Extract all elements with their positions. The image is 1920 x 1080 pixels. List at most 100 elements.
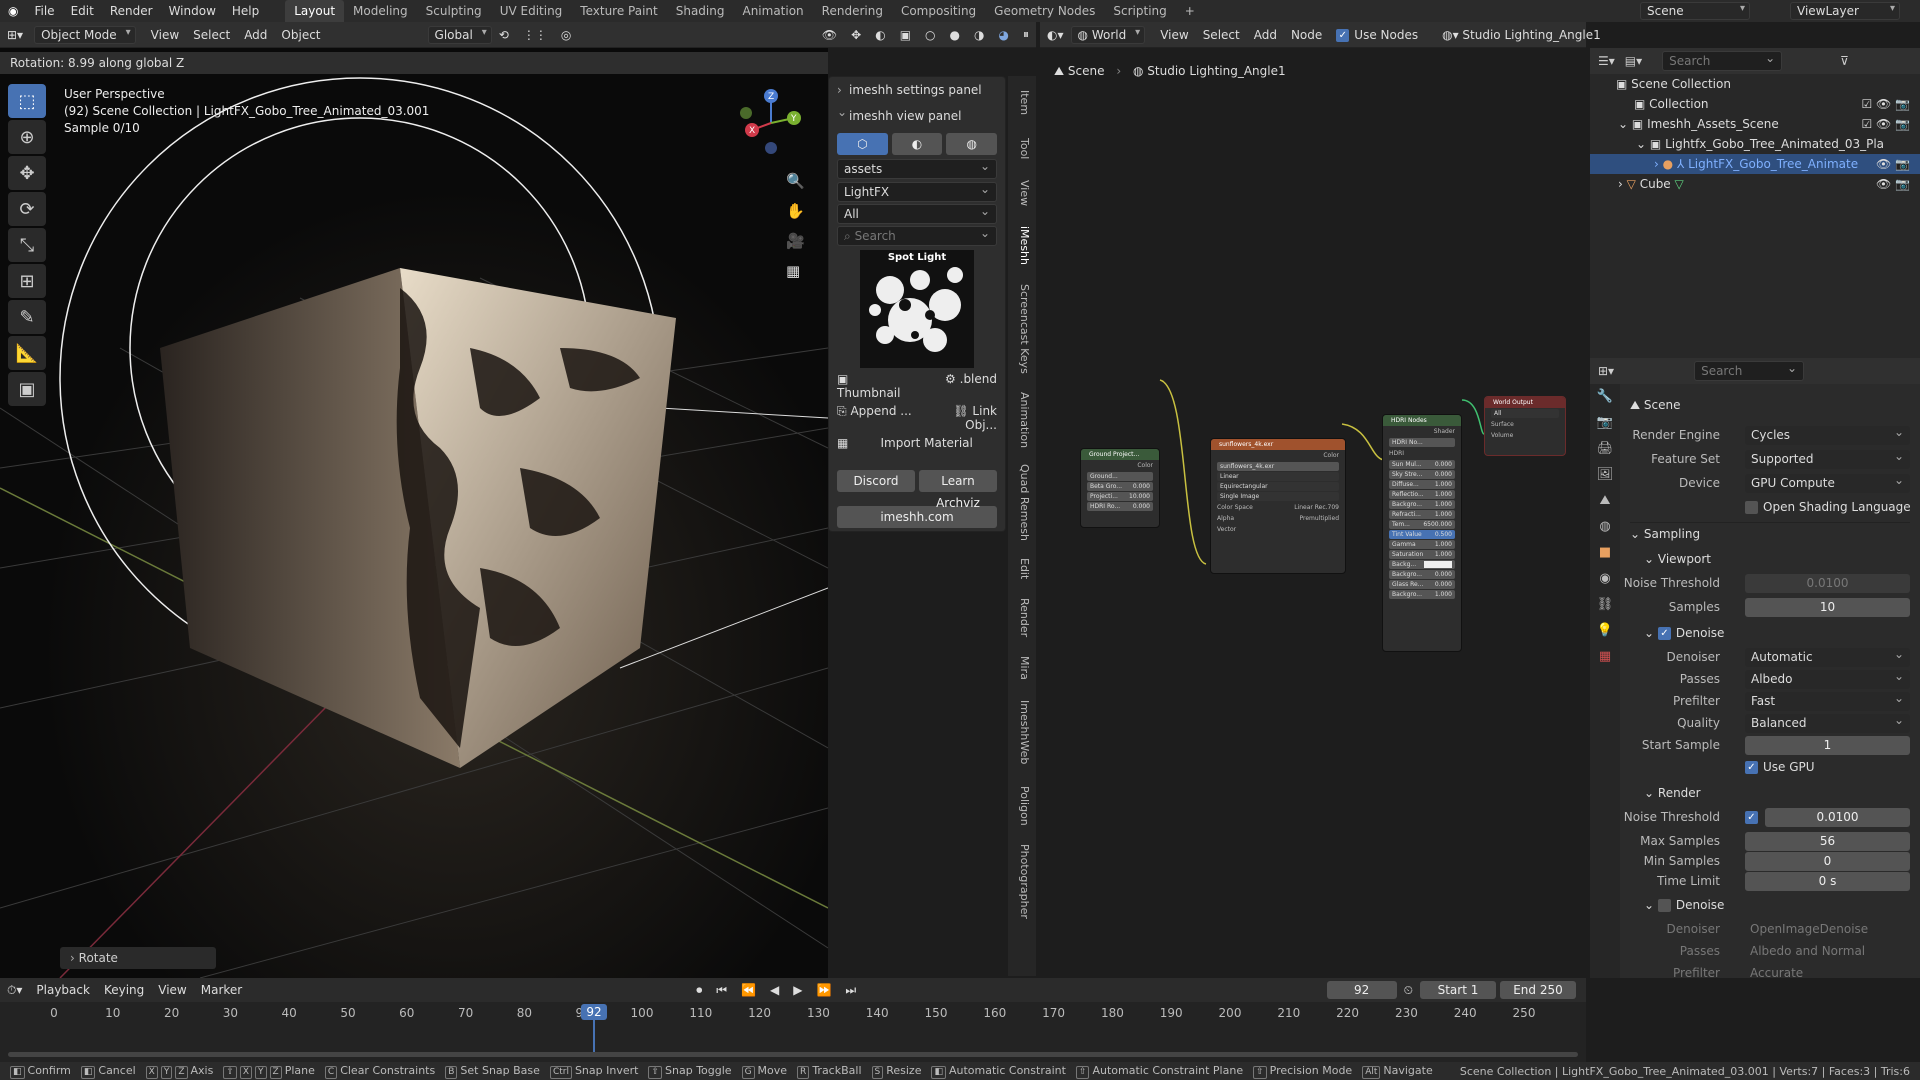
move-tool-icon[interactable]: ✥ <box>8 156 46 190</box>
output-target[interactable]: All <box>1491 409 1559 418</box>
tab-layout[interactable]: Layout <box>285 0 345 22</box>
menu-add[interactable]: Add <box>237 28 274 42</box>
timeline-type-icon[interactable]: ⏱▾ <box>0 983 29 998</box>
imeshh-settings-panel-header[interactable]: imeshh settings panel <box>829 77 1005 103</box>
hdri-row[interactable]: Refracti... 1.000 <box>1389 510 1455 519</box>
gizmo-icon[interactable]: ✥ <box>844 28 868 42</box>
menu-object[interactable]: Object <box>274 28 327 42</box>
overlay-icon[interactable]: ◐ <box>868 28 892 42</box>
denoiser-dropdown[interactable]: Automatic <box>1745 645 1910 667</box>
tab-edit[interactable]: Edit <box>1018 558 1031 579</box>
data-props-icon[interactable]: 💡 <box>1590 618 1620 644</box>
rotate-tool-icon[interactable]: ⟳ <box>8 192 46 226</box>
menu-edit[interactable]: Edit <box>63 0 102 22</box>
node-menu-add[interactable]: Add <box>1247 28 1284 42</box>
prefilter-dropdown[interactable]: Fast <box>1745 689 1910 711</box>
mode-selector[interactable]: Object Mode <box>34 25 136 44</box>
tab-shading[interactable]: Shading <box>667 0 734 22</box>
measure-tool-icon[interactable]: 📐 <box>8 336 46 370</box>
start-frame-field[interactable]: Start 1 <box>1420 981 1496 999</box>
outliner-row-imeshh-scene[interactable]: ⌄ ▣ Imeshh_Assets_Scene ☑ 👁 📷 <box>1590 114 1920 134</box>
menu-render[interactable]: Render <box>102 0 161 22</box>
visibility-icon[interactable]: 👁 <box>815 28 844 42</box>
view-layer-selector[interactable]: ViewLayer <box>1790 2 1900 20</box>
tab-item[interactable]: Item <box>1018 90 1031 115</box>
menu-help[interactable]: Help <box>224 0 267 22</box>
hdri-field[interactable]: HDRI No... <box>1389 438 1455 447</box>
r-denoiser-value[interactable]: OpenImageDenoise <box>1750 922 1868 936</box>
r-prefilter-value[interactable]: Accurate <box>1750 966 1803 978</box>
time-limit-field[interactable]: 0 s <box>1745 872 1910 891</box>
annotate-tool-icon[interactable]: ✎ <box>8 300 46 334</box>
subcategory-dropdown[interactable]: LightFX <box>837 180 997 202</box>
scale-tool-icon[interactable]: ⤡ <box>8 228 46 262</box>
max-samples-field[interactable]: 56 <box>1745 832 1910 851</box>
current-frame-field[interactable]: 92 <box>1326 981 1397 999</box>
menu-view[interactable]: View <box>144 28 186 42</box>
category-dropdown[interactable]: assets <box>837 157 997 179</box>
editor-type-icon[interactable]: ⊞▾ <box>0 28 30 42</box>
outliner-row-gobo-light[interactable]: › ● ⅄ LightFX_Gobo_Tree_Animate 👁 📷 <box>1590 154 1920 174</box>
timeline-ruler[interactable]: 0102030405060708090100110120130140150160… <box>0 1002 1586 1062</box>
tab-mira[interactable]: Mira <box>1018 656 1031 680</box>
transform-tool-icon[interactable]: ⊞ <box>8 264 46 298</box>
quality-dropdown[interactable]: Balanced <box>1745 711 1910 733</box>
ground-row-1[interactable]: Projecti... 10.000 <box>1087 492 1153 501</box>
node-menu-view[interactable]: View <box>1153 28 1195 42</box>
add-workspace-icon[interactable]: + <box>1176 0 1204 22</box>
r-noise-checkbox[interactable]: ✓ <box>1745 811 1758 824</box>
node-environment-texture[interactable]: sunflowers_4k.exr Color sunflowers_4k.ex… <box>1210 438 1346 574</box>
node-menu-select[interactable]: Select <box>1196 28 1247 42</box>
shader-type-selector[interactable]: ◍ World <box>1070 25 1146 44</box>
outliner-row-collection[interactable]: ▣ Collection ☑ 👁 📷 <box>1590 94 1920 114</box>
node-editor[interactable]: ⛰ Scene › ◍ Studio Lighting_Angle1 Groun… <box>1040 48 1586 978</box>
object-props-icon[interactable]: ■ <box>1590 540 1620 566</box>
hdri-row[interactable]: Backgro... 1.000 <box>1389 590 1455 599</box>
menu-select[interactable]: Select <box>186 28 237 42</box>
shading-solid-icon[interactable]: ● <box>943 28 967 42</box>
vp-denoise-header[interactable]: ⌄ ✓ Denoise <box>1644 622 1724 644</box>
properties-type-icon[interactable]: ⊞▾ <box>1598 364 1614 378</box>
viewport-subpanel-header[interactable]: ⌄ Viewport <box>1644 548 1711 570</box>
operator-panel[interactable]: › Rotate <box>60 947 216 969</box>
outliner-type-icon[interactable]: ☰▾ <box>1598 54 1615 68</box>
sampling-panel-header[interactable]: ⌄ Sampling <box>1630 522 1910 544</box>
tab-render[interactable]: Render <box>1018 598 1031 637</box>
hdri-row[interactable]: Sun Mul... 0.000 <box>1389 460 1455 469</box>
tab-tool[interactable]: Tool <box>1018 138 1031 159</box>
proportional-icon[interactable]: ◎ <box>554 28 578 42</box>
select-box-tool-icon[interactable]: ⬚ <box>8 84 46 118</box>
prev-key-icon[interactable]: ⏪ <box>734 983 763 997</box>
node-world-output[interactable]: World Output All Surface Volume <box>1484 396 1566 456</box>
learn-archviz-button[interactable]: Learn Archviz <box>919 470 997 510</box>
hdri-row[interactable]: Backgro... 1.000 <box>1389 500 1455 509</box>
zoom-icon[interactable]: 🔍 <box>786 172 810 202</box>
passes-dropdown[interactable]: Albedo <box>1745 667 1910 689</box>
filter-icon[interactable]: ⊽ <box>1840 54 1849 68</box>
hdri-row[interactable]: Backg... <box>1389 560 1455 569</box>
menu-marker[interactable]: Marker <box>194 983 249 997</box>
asset-thumbnail[interactable]: Spot Light <box>860 250 974 368</box>
xray-icon[interactable]: ▣ <box>893 28 918 42</box>
axis-gizmo-icon[interactable]: Z Y X <box>736 88 806 158</box>
hdri-row[interactable]: Reflectio... 1.000 <box>1389 490 1455 499</box>
outliner-search-input[interactable]: Search <box>1662 49 1783 71</box>
tab-modeling[interactable]: Modeling <box>344 0 417 22</box>
tab-animation[interactable]: Animation <box>733 0 812 22</box>
tab-imeshhweb[interactable]: ImeshhWeb <box>1018 700 1031 764</box>
shading-rendered-icon[interactable]: ◕ <box>992 28 1016 42</box>
scene-selector[interactable]: Scene <box>1640 2 1750 20</box>
snap-icon[interactable]: ⋮⋮ <box>516 28 554 42</box>
play-reverse-icon[interactable]: ◀ <box>763 983 786 997</box>
play-icon[interactable]: ▶ <box>786 983 809 997</box>
timeline-scrollbar[interactable] <box>8 1052 1578 1057</box>
tab-screencast-keys[interactable]: Screencast Keys <box>1018 284 1031 374</box>
end-frame-field[interactable]: End 250 <box>1500 981 1576 999</box>
min-samples-field[interactable]: 0 <box>1745 852 1910 871</box>
osl-checkbox[interactable]: Open Shading Language <box>1745 496 1911 518</box>
env-opt-1[interactable]: Equirectangular <box>1217 482 1339 491</box>
blend-button[interactable]: ⚙ .blend <box>919 372 997 400</box>
next-key-icon[interactable]: ⏩ <box>809 983 838 997</box>
display-mode-icon[interactable]: ▤▾ <box>1625 54 1642 68</box>
device-dropdown[interactable]: GPU Compute <box>1745 471 1910 493</box>
